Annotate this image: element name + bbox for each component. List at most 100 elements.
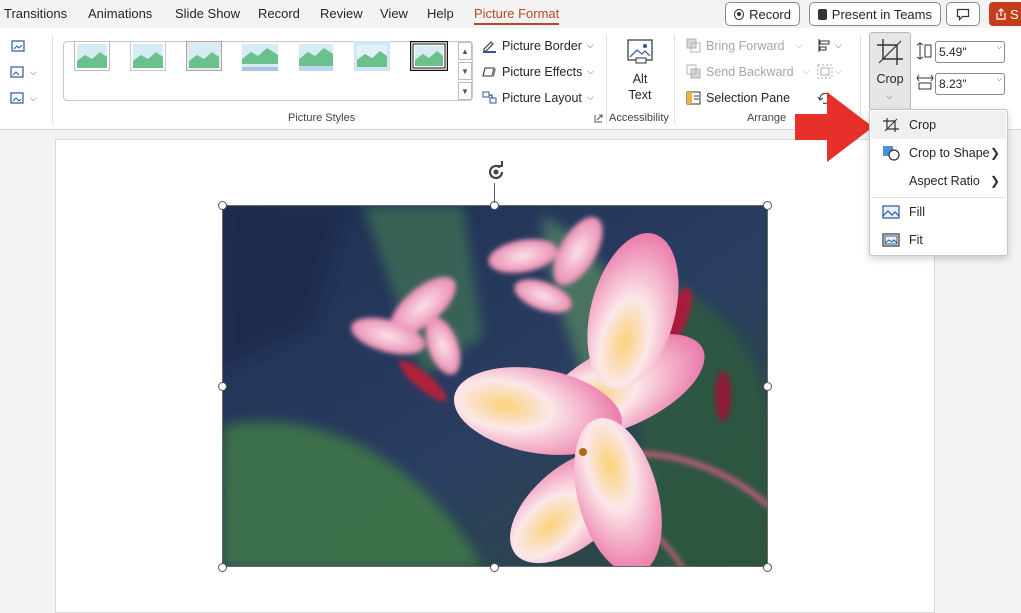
change-picture-button[interactable]: ⌵ [10, 64, 37, 80]
crop-menu-item-fill[interactable]: Fill [871, 198, 1006, 226]
send-backward-button[interactable]: Send Backward ⌵ [686, 64, 809, 79]
tab-record[interactable]: Record [258, 6, 300, 21]
fit-label: Fit [909, 233, 923, 247]
share-button[interactable]: S [989, 2, 1021, 26]
chevron-down-icon: ⌵ [30, 92, 37, 103]
rotate-handle-icon[interactable] [484, 160, 508, 184]
chevron-down-icon: ⌵ [30, 66, 37, 77]
aspect-ratio-label: Aspect Ratio [909, 174, 980, 188]
picture-style-thumb-2[interactable] [130, 41, 166, 71]
crop-to-shape-icon [883, 146, 900, 161]
compress-pictures-button[interactable] [10, 38, 26, 54]
shape-height-icon [916, 42, 932, 60]
dialog-launcher-icon[interactable] [594, 114, 603, 123]
chevron-down-icon: ⌵ [802, 66, 810, 76]
spin-up-icon[interactable]: ⌵ [997, 44, 1002, 51]
crop-menu-item-fit[interactable]: Fit [871, 226, 1006, 254]
teams-icon [818, 8, 827, 20]
alt-text-button[interactable]: Alt Text [622, 38, 658, 108]
gallery-scroll-up[interactable]: ▲ [458, 42, 472, 60]
record-icon [734, 8, 745, 20]
share-icon [996, 8, 1006, 20]
resize-handle-bottom-right[interactable] [763, 563, 772, 572]
fill-icon [882, 205, 900, 219]
selected-picture[interactable] [222, 205, 768, 567]
crop-menu-label: Crop [909, 118, 937, 132]
align-button[interactable]: ⌵ [817, 38, 842, 53]
tab-picture-format[interactable]: Picture Format [474, 6, 560, 25]
picture-style-thumb-6[interactable] [354, 41, 390, 71]
crop-menu-item-crop[interactable]: Crop [871, 111, 1006, 139]
picture-style-thumb-5[interactable] [298, 41, 334, 71]
picture-border-label: Picture Border [502, 38, 582, 53]
crop-dropdown-menu: Crop Crop to Shape ❯ Aspect Ratio ❯ Fill… [869, 109, 1008, 256]
record-button[interactable]: Record [725, 2, 800, 26]
gallery-scroll-down[interactable]: ▼ [458, 62, 472, 80]
shape-width-icon [916, 74, 934, 90]
crop-button-label: Crop [876, 72, 904, 86]
picture-style-thumb-1[interactable] [74, 41, 110, 71]
picture-style-thumb-7[interactable] [410, 41, 448, 71]
group-objects-icon [817, 64, 833, 79]
tab-slide-show[interactable]: Slide Show [175, 6, 240, 21]
shape-height-input[interactable]: 5.49" ⌵ [935, 41, 1005, 63]
picture-layout-label: Picture Layout [502, 90, 582, 105]
selection-pane-label: Selection Pane [706, 90, 791, 105]
comments-button[interactable] [946, 2, 980, 26]
compress-pictures-icon [11, 40, 25, 52]
chevron-down-icon: ⌵ [586, 92, 594, 102]
tab-transitions[interactable]: Transitions [4, 6, 67, 21]
spin-up-icon[interactable]: ⌵ [997, 76, 1002, 83]
alt-text-line2: Text [628, 88, 652, 102]
tab-view[interactable]: View [380, 6, 408, 21]
comment-icon [956, 8, 970, 21]
chevron-down-icon: ⌵ [587, 66, 595, 76]
crop-button[interactable]: Crop ⌵ [869, 32, 911, 110]
chevron-down-icon: ⌵ [886, 91, 893, 101]
alt-text-line1: Alt [632, 72, 648, 86]
group-button[interactable]: ⌵ [817, 64, 842, 79]
bring-forward-button[interactable]: Bring Forward ⌵ [686, 38, 802, 53]
shape-height-value: 5.49" [939, 45, 967, 59]
picture-style-thumb-4[interactable] [242, 41, 278, 71]
share-label: S [1010, 6, 1019, 22]
shape-width-value: 8.23" [939, 77, 967, 91]
align-icon [818, 39, 830, 52]
picture-style-thumb-3[interactable] [186, 41, 222, 71]
present-in-teams-button[interactable]: Present in Teams [809, 2, 941, 26]
tab-help[interactable]: Help [427, 6, 454, 21]
crop-icon [883, 118, 899, 132]
gallery-more-button[interactable]: ▼ [458, 82, 472, 100]
picture-layout-icon [482, 91, 497, 104]
picture-layout-button[interactable]: Picture Layout ⌵ [482, 90, 594, 105]
fill-label: Fill [909, 205, 925, 219]
shape-width-input[interactable]: 8.23" ⌵ [935, 73, 1005, 95]
group-label-arrange: Arrange [747, 112, 787, 124]
crop-menu-item-crop-to-shape[interactable]: Crop to Shape ❯ [871, 139, 1006, 167]
group-label-accessibility: Accessibility [609, 112, 669, 124]
resize-handle-top-left[interactable] [218, 201, 227, 210]
selection-pane-icon [686, 91, 701, 105]
chevron-down-icon: ⌵ [586, 40, 594, 50]
resize-handle-top-right[interactable] [763, 201, 772, 210]
tab-review[interactable]: Review [320, 6, 363, 21]
rotation-stem [494, 183, 495, 203]
separator [674, 34, 675, 124]
reset-picture-button[interactable]: ⌵ [10, 90, 37, 106]
picture-effects-button[interactable]: Picture Effects ⌵ [482, 64, 594, 79]
bring-forward-icon [686, 38, 701, 53]
chevron-down-icon: ⌵ [795, 40, 803, 50]
crop-to-shape-label: Crop to Shape [909, 146, 990, 160]
tab-animations[interactable]: Animations [88, 6, 152, 21]
resize-handle-bottom-left[interactable] [218, 563, 227, 572]
resize-handle-left[interactable] [218, 382, 227, 391]
crop-menu-item-aspect-ratio[interactable]: Aspect Ratio ❯ [871, 167, 1006, 195]
resize-handle-bottom[interactable] [490, 563, 499, 572]
chevron-down-icon: ⌵ [835, 66, 842, 76]
selection-pane-button[interactable]: Selection Pane [686, 90, 790, 105]
resize-handle-right[interactable] [763, 382, 772, 391]
chevron-right-icon: ❯ [989, 174, 1000, 188]
bring-forward-label: Bring Forward [706, 38, 785, 53]
picture-border-button[interactable]: Picture Border ⌵ [482, 38, 594, 53]
chevron-right-icon: ❯ [989, 146, 1000, 160]
